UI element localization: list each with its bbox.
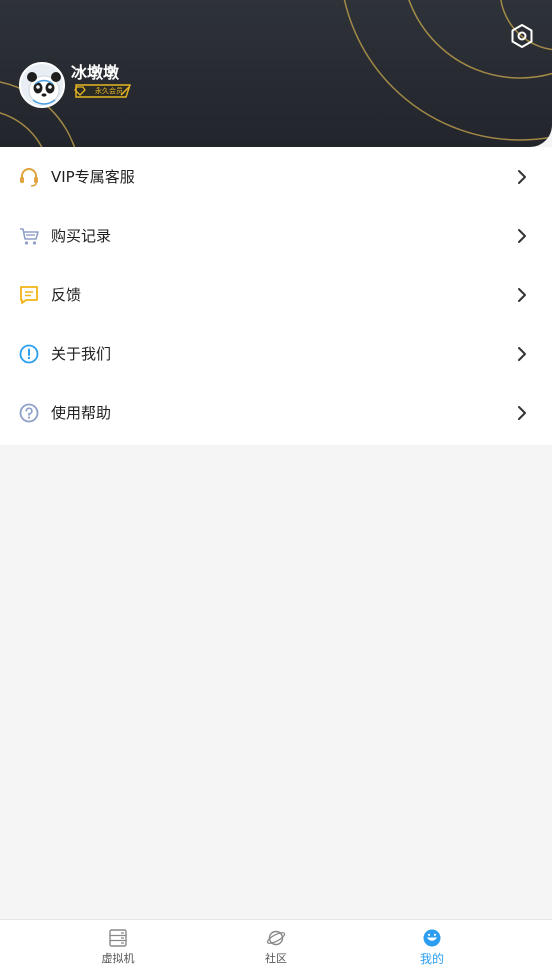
menu-item-label: 使用帮助 bbox=[51, 404, 112, 422]
tab-label: 我的 bbox=[419, 952, 444, 966]
settings-button[interactable] bbox=[508, 22, 536, 50]
menu-item-about-us[interactable]: 关于我们 bbox=[0, 324, 552, 383]
menu-item-feedback[interactable]: 反馈 bbox=[0, 265, 552, 324]
headset-icon bbox=[20, 168, 38, 187]
menu-item-purchase-history[interactable]: 购买记录 bbox=[0, 206, 552, 265]
profile-header: 冰墩墩 永久会员 bbox=[0, 0, 552, 147]
settings-menu: VIP专属客服 购买记录 反馈 关于我们 使用帮助 bbox=[0, 147, 552, 445]
help-circle-icon bbox=[19, 403, 39, 423]
info-circle-icon bbox=[19, 344, 39, 364]
vip-badge-label: 永久会员 bbox=[95, 87, 123, 95]
username: 冰墩墩 bbox=[71, 63, 120, 82]
tab-virtual-machine[interactable]: 虚拟机 bbox=[58, 920, 178, 970]
cart-icon bbox=[20, 228, 39, 245]
hexagon-gear-icon bbox=[511, 24, 533, 48]
planet-icon bbox=[266, 930, 286, 946]
menu-item-label: 关于我们 bbox=[51, 345, 112, 363]
chevron-right-icon bbox=[518, 288, 526, 302]
chevron-right-icon bbox=[518, 170, 526, 184]
menu-item-vip-service[interactable]: VIP专属客服 bbox=[0, 147, 552, 206]
avatar[interactable] bbox=[19, 62, 65, 108]
chevron-right-icon bbox=[518, 347, 526, 361]
tab-label: 虚拟机 bbox=[101, 952, 135, 965]
message-square-icon bbox=[20, 286, 38, 304]
menu-item-label: VIP专属客服 bbox=[51, 168, 135, 186]
tab-mine[interactable]: 我的 bbox=[372, 920, 492, 970]
smile-face-icon bbox=[423, 929, 441, 947]
chevron-right-icon bbox=[518, 406, 526, 420]
bottom-tab-bar: 虚拟机 社区 我的 bbox=[0, 919, 552, 970]
menu-item-help[interactable]: 使用帮助 bbox=[0, 383, 552, 442]
menu-item-label: 反馈 bbox=[51, 286, 82, 304]
menu-item-label: 购买记录 bbox=[51, 227, 112, 245]
tab-community[interactable]: 社区 bbox=[216, 920, 336, 970]
server-stack-icon bbox=[109, 929, 127, 947]
chevron-right-icon bbox=[518, 229, 526, 243]
tab-label: 社区 bbox=[265, 952, 287, 965]
